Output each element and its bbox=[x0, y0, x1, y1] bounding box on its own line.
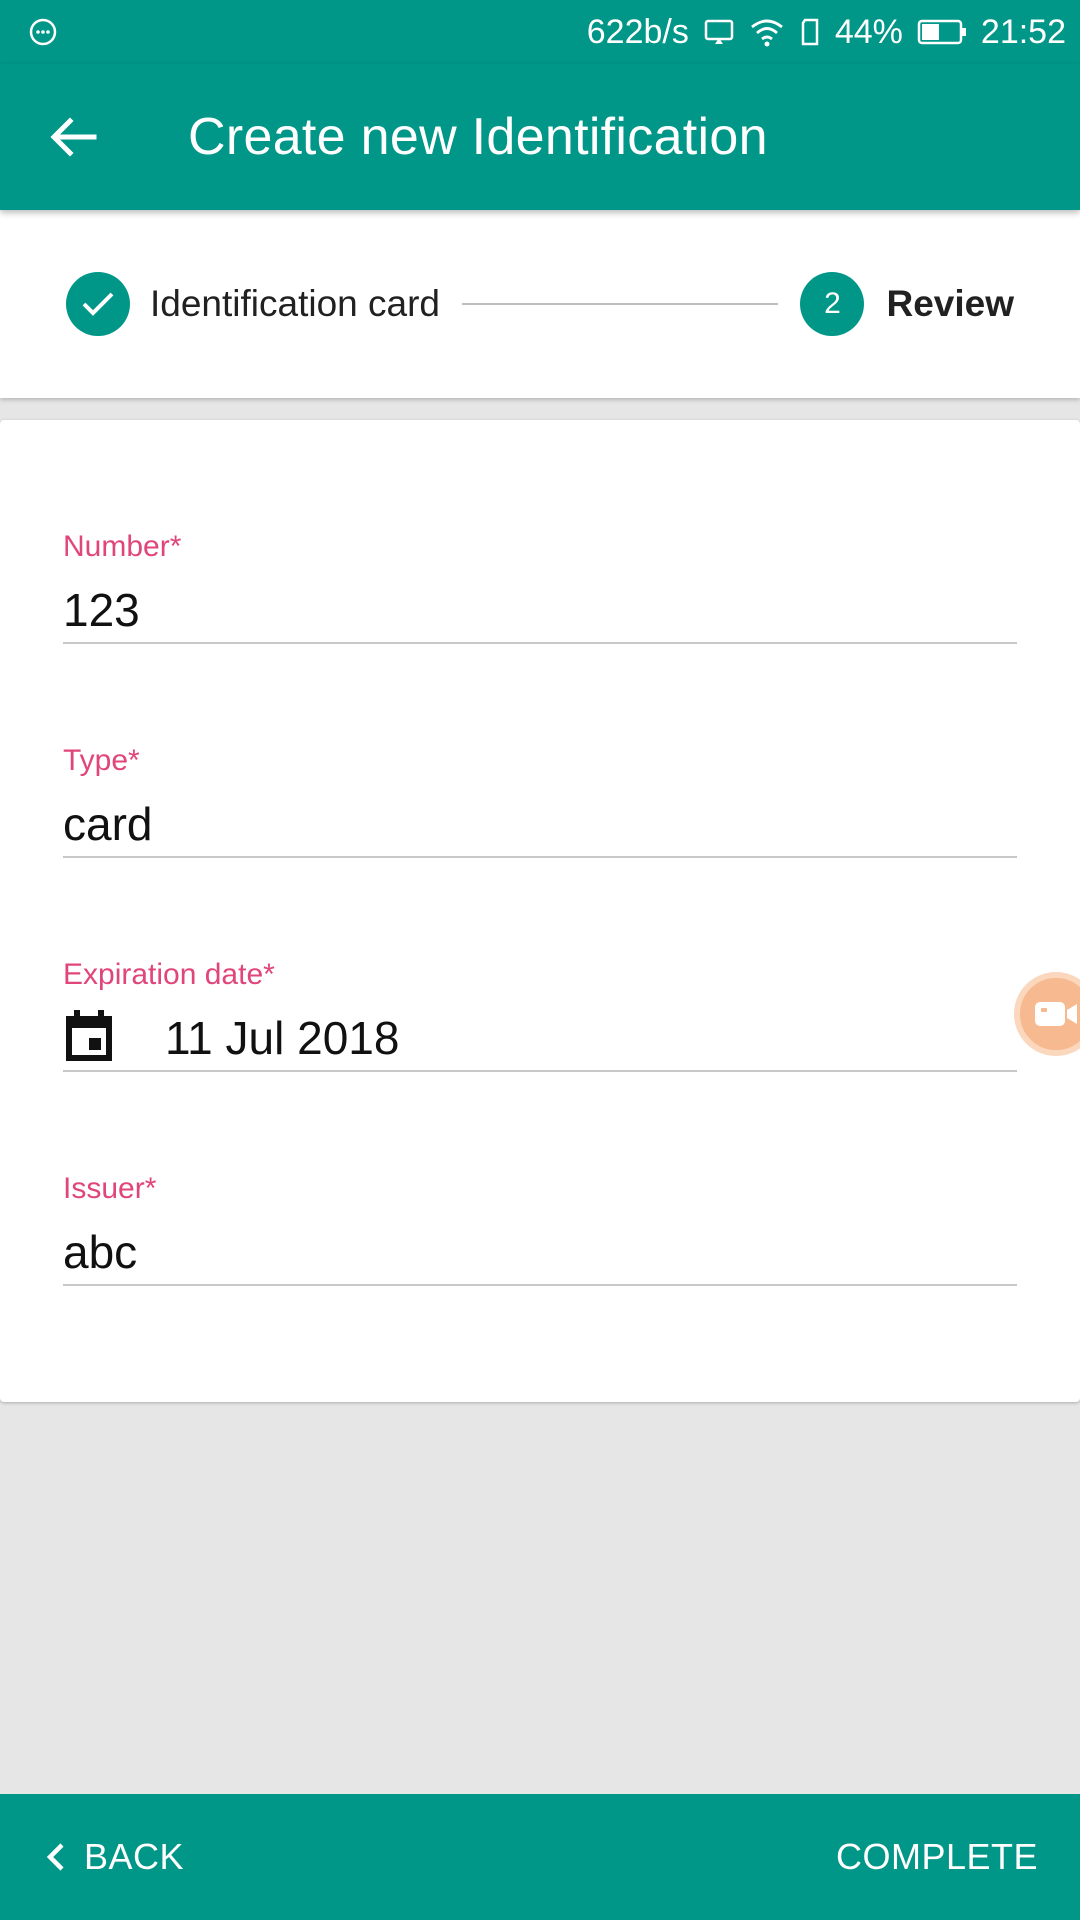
issuer-field: Issuer* abc bbox=[63, 1172, 1017, 1286]
back-button[interactable]: BACK bbox=[40, 1836, 184, 1878]
page-title: Create new Identification bbox=[188, 108, 768, 166]
video-camera-icon bbox=[1033, 998, 1079, 1030]
chevron-left-icon bbox=[40, 1839, 70, 1875]
number-field: Number* 123 bbox=[63, 530, 1017, 644]
clock: 21:52 bbox=[980, 13, 1066, 51]
type-label: Type* bbox=[63, 744, 140, 777]
expiration-date-label: Expiration date* bbox=[63, 958, 275, 991]
number-input[interactable]: 123 bbox=[63, 570, 1017, 644]
expiration-date-value: 11 Jul 2018 bbox=[165, 1012, 400, 1064]
step-2-indicator[interactable]: 2 bbox=[800, 272, 865, 336]
step-1-complete[interactable] bbox=[66, 272, 130, 336]
type-input[interactable]: card bbox=[63, 784, 1017, 858]
expiration-date-input[interactable]: 11 Jul 2018 bbox=[63, 998, 1017, 1072]
review-card: Number* 123 Type* card Expiration date* … bbox=[0, 420, 1080, 1402]
complete-button-label: COMPLETE bbox=[835, 1836, 1038, 1877]
back-arrow-icon[interactable] bbox=[46, 109, 102, 165]
number-label: Number* bbox=[63, 530, 182, 563]
notification-chat-icon bbox=[28, 17, 58, 47]
sim-card-icon bbox=[799, 17, 821, 47]
stepper: Identification card 2 Review bbox=[0, 210, 1080, 398]
step-connector bbox=[462, 303, 779, 305]
calendar-icon[interactable] bbox=[63, 1008, 115, 1064]
issuer-label: Issuer* bbox=[63, 1172, 157, 1205]
cast-icon bbox=[703, 18, 735, 46]
wifi-icon bbox=[749, 17, 785, 47]
back-button-label: BACK bbox=[84, 1836, 185, 1877]
app-bar: Create new Identification bbox=[0, 64, 1080, 210]
step-2-label: Review bbox=[886, 283, 1014, 324]
check-icon bbox=[80, 289, 116, 319]
issuer-input[interactable]: abc bbox=[63, 1212, 1017, 1286]
battery-icon bbox=[917, 18, 967, 46]
complete-button[interactable]: COMPLETE bbox=[836, 1836, 1038, 1878]
network-speed: 622b/s bbox=[586, 13, 689, 51]
type-field: Type* card bbox=[63, 744, 1017, 858]
battery-percent: 44% bbox=[834, 13, 903, 51]
expiration-date-field: Expiration date* 11 Jul 2018 bbox=[63, 958, 1017, 1072]
step-1-label: Identification card bbox=[150, 283, 441, 324]
status-bar: 622b/s 44% 21:52 bbox=[0, 0, 1080, 64]
bottom-navigation-bar: BACK COMPLETE bbox=[0, 1794, 1080, 1920]
